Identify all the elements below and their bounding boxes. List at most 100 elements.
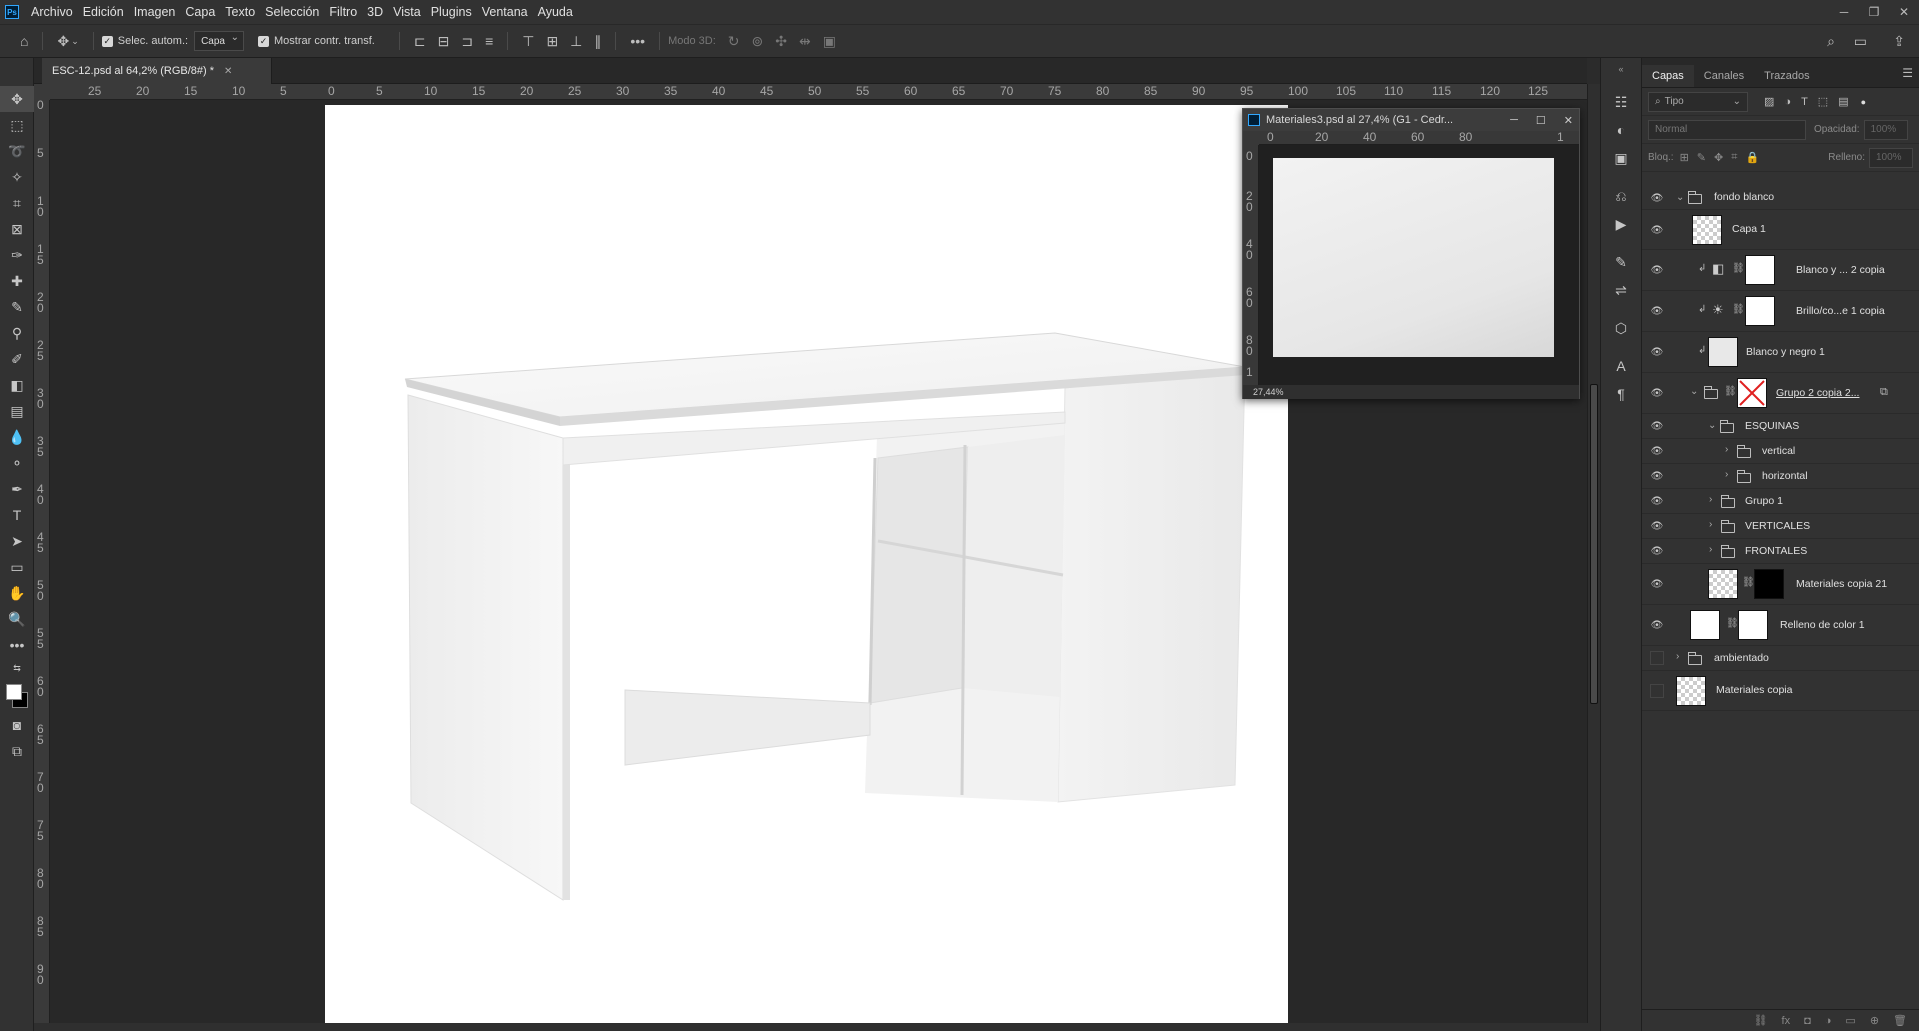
close-tab-icon[interactable]: ✕ [224,66,232,77]
eye-icon[interactable]: 👁 [1650,521,1664,532]
lock-image-icon[interactable]: ✎ [1697,151,1706,164]
eye-icon[interactable]: 👁 [1650,496,1664,507]
menu-ayuda[interactable]: Ayuda [538,5,573,19]
lock-position-icon[interactable]: ✥ [1714,151,1723,164]
home-icon[interactable]: ⌂ [20,33,28,49]
chevron-right-icon[interactable]: › [1725,469,1728,480]
layer-row[interactable]: 👁 Capa 1 [1642,210,1919,250]
tab-trazados[interactable]: Trazados [1754,65,1819,87]
menu-seleccion[interactable]: Selección [265,5,319,19]
vertical-scrollbar[interactable] [1587,84,1600,1023]
history-brush-tool-icon[interactable]: ✐ [0,346,34,372]
layer-row[interactable]: 👁 ⌄ fondo blanco [1642,186,1919,210]
floating-canvas[interactable] [1259,145,1579,385]
link-icon[interactable]: ⛓ [1724,386,1737,397]
floating-window-titlebar[interactable]: Materiales3.psd al 27,4% (G1 - Cedr... ─… [1243,109,1579,131]
path-selection-tool-icon[interactable]: ➤ [0,528,34,554]
filter-toggle-icon[interactable]: ● [1861,97,1866,107]
eye-icon[interactable]: 👁 [1650,388,1664,399]
eye-icon[interactable]: 👁 [1650,225,1664,236]
layer-row[interactable]: 👁 ↲ Blanco y negro 1 [1642,332,1919,373]
lock-transparent-icon[interactable]: ⊞ [1680,151,1689,164]
chevron-right-icon[interactable]: › [1676,651,1679,662]
eye-icon[interactable]: 👁 [1650,579,1664,590]
eye-icon[interactable]: 👁 [1650,265,1664,276]
new-adjustment-icon[interactable]: ◑ [1825,1015,1832,1027]
pan-3d-icon[interactable]: ✣ [775,33,787,50]
lock-artboard-icon[interactable]: ⌗ [1731,151,1737,164]
eye-icon[interactable]: 👁 [1650,546,1664,557]
adjustments-panel-icon[interactable]: ◐ [1601,116,1641,144]
show-transform-checkbox[interactable]: ✓ [257,35,269,47]
eye-icon[interactable]: 👁 [1650,193,1664,204]
more-tools-icon[interactable]: ••• [0,632,34,658]
floating-document-window[interactable]: Materiales3.psd al 27,4% (G1 - Cedr... ─… [1242,108,1580,399]
add-mask-icon[interactable]: ◘ [1804,1015,1811,1027]
quick-mask-icon[interactable]: ◙ [0,712,34,738]
character-panel-icon[interactable]: A [1601,352,1641,380]
close-icon[interactable]: ✕ [1564,114,1573,127]
distribute-h-icon[interactable]: ≡ [485,33,493,49]
minimize-icon[interactable]: ─ [1510,114,1518,126]
menu-filtro[interactable]: Filtro [329,5,357,19]
eye-icon[interactable]: 👁 [1650,471,1664,482]
roll-3d-icon[interactable]: ⊚ [752,33,764,50]
link-icon[interactable]: ⛓ [1732,304,1745,315]
fill-input[interactable]: 100% [1869,147,1913,168]
visibility-toggle[interactable] [1650,684,1664,698]
swap-colors-icon[interactable]: ⇆ [0,658,34,678]
blend-mode-dropdown[interactable]: Normal [1648,119,1806,140]
filter-shape-icon[interactable]: ⬚ [1818,95,1828,108]
layer-row[interactable]: 👁 › Grupo 1 [1642,489,1919,514]
link-icon[interactable]: ⛓ [1726,618,1739,629]
link-icon[interactable]: ⛓ [1742,577,1755,588]
align-right-icon[interactable]: ⊐ [461,33,473,50]
menu-edicion[interactable]: Edición [83,5,124,19]
chevron-right-icon[interactable]: › [1709,494,1712,505]
ruler-horizontal[interactable]: 25 20 15 10 5 0 5 10 15 20 25 30 35 40 4… [50,84,1587,100]
align-top-icon[interactable]: ⊤ [522,33,534,50]
align-left-icon[interactable]: ⊏ [414,33,426,50]
eye-icon[interactable]: 👁 [1650,620,1664,631]
brushes-panel-icon[interactable]: ✎ [1601,248,1641,276]
gradient-tool-icon[interactable]: ▤ [0,398,34,424]
3d-panel-icon[interactable]: ⬡ [1601,314,1641,342]
menu-texto[interactable]: Texto [225,5,255,19]
eraser-tool-icon[interactable]: ◧ [0,372,34,398]
brush-settings-icon[interactable]: ⇌ [1601,276,1641,304]
rectangle-tool-icon[interactable]: ▭ [0,554,34,580]
filter-type-icon[interactable]: T [1801,96,1808,108]
more-options-icon[interactable]: ••• [630,33,645,49]
layer-row[interactable]: 👁 ⛓ Relleno de color 1 [1642,605,1919,646]
share-icon[interactable]: ⇪ [1893,33,1905,50]
ruler-vertical[interactable]: 0 5 1 0 1 5 2 0 2 5 3 0 3 5 4 0 4 5 5 0 … [34,100,50,1023]
move-tool-icon[interactable]: ✥ [0,86,34,112]
brush-tool-icon[interactable]: ✎ [0,294,34,320]
layer-row[interactable]: 👁 ⌄ ESQUINAS [1642,414,1919,439]
scrollbar-thumb[interactable] [1590,384,1598,704]
opacity-input[interactable]: 100% [1863,119,1908,140]
chevron-down-icon[interactable]: ⌄ [1708,420,1716,431]
move-tool-icon[interactable]: ✥ [57,33,69,50]
panel-menu-icon[interactable]: ☰ [1902,66,1913,80]
layer-row[interactable]: 👁 ⌄ ⛓ Grupo 2 copia 2... ⧉ [1642,373,1919,414]
floating-ruler-vertical[interactable]: 0 2 0 4 0 6 0 8 0 1 [1243,145,1259,385]
layer-filter-dropdown[interactable]: ⌕ Tipo ⌄ [1648,91,1748,112]
blur-tool-icon[interactable]: 💧 [0,424,34,450]
scale-3d-icon[interactable]: ▣ [823,33,836,50]
chevron-right-icon[interactable]: › [1709,544,1712,555]
filter-smart-object-icon[interactable]: ▤ [1838,95,1848,108]
crop-tool-icon[interactable]: ⌗ [0,190,34,216]
chevron-down-icon[interactable]: ⌄ [71,36,79,47]
menu-archivo[interactable]: Archivo [31,5,73,19]
pen-tool-icon[interactable]: ✒ [0,476,34,502]
type-tool-icon[interactable]: T [0,502,34,528]
menu-vista[interactable]: Vista [393,5,421,19]
search-icon[interactable]: ⌕ [1827,33,1835,50]
visibility-toggle[interactable] [1650,651,1664,665]
eye-icon[interactable]: 👁 [1650,347,1664,358]
paragraph-panel-icon[interactable]: ¶ [1601,380,1641,408]
floating-zoom-level[interactable]: 27,44% [1243,385,1579,399]
maximize-icon[interactable]: ☐ [1536,114,1546,127]
align-center-h-icon[interactable]: ⊟ [438,33,450,50]
